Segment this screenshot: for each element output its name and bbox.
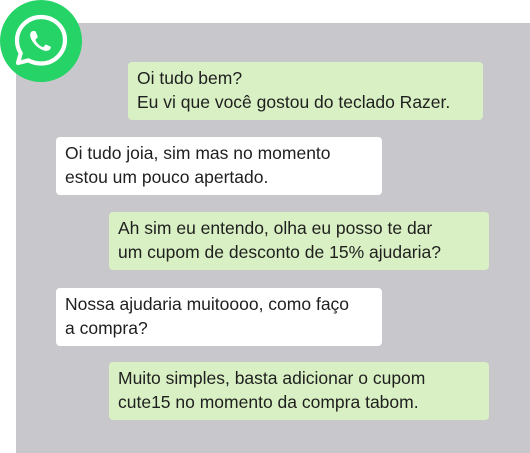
message-bubble-outgoing: Ah sim eu entendo, olha eu posso te dar … [109, 212, 489, 270]
message-bubble-outgoing: Muito simples, basta adicionar o cupom c… [109, 362, 489, 420]
message-bubble-outgoing: Oi tudo bem? Eu vi que você gostou do te… [128, 62, 483, 120]
message-bubble-incoming: Nossa ajudaria muitoooo, como faço a com… [56, 288, 382, 346]
whatsapp-logo-icon [0, 0, 82, 82]
message-bubble-incoming: Oi tudo joia, sim mas no momento estou u… [56, 137, 382, 195]
